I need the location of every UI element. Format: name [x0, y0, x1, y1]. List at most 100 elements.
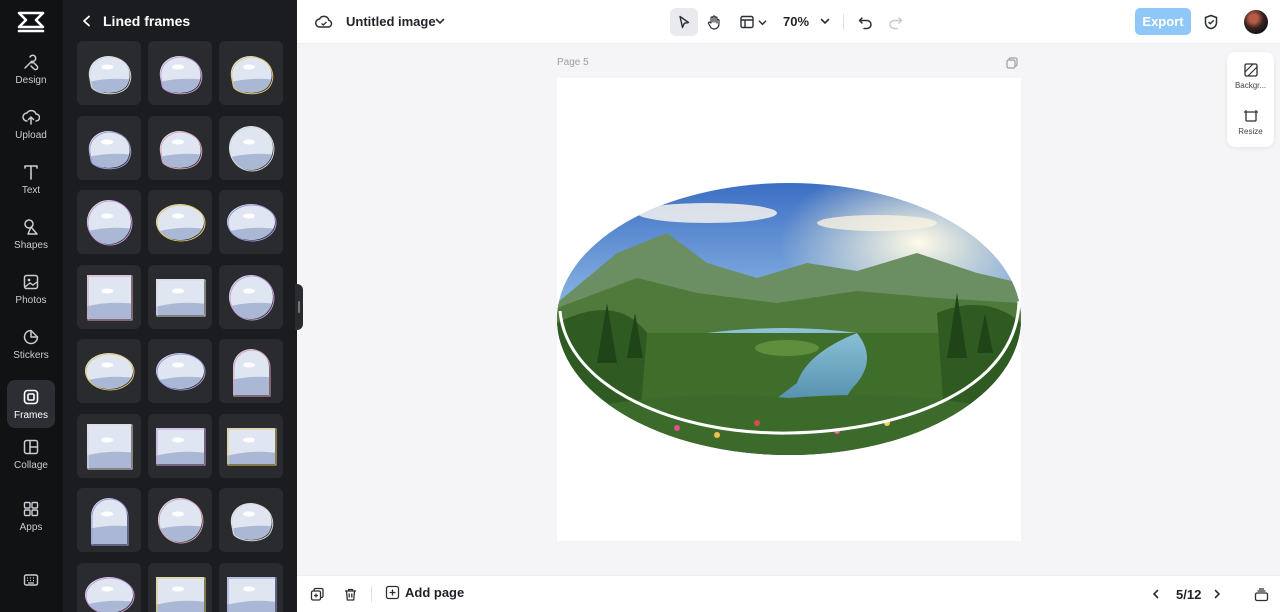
title-dropdown[interactable] [433, 14, 447, 28]
hand-icon [707, 15, 720, 30]
frame-preview [227, 204, 277, 242]
left-rail: Design Upload Text Shapes Photos Sticker… [0, 0, 63, 612]
zoom-level[interactable]: 70% [783, 14, 809, 29]
frame-thumbnail[interactable] [219, 115, 283, 180]
document-title[interactable]: Untitled image [346, 14, 436, 29]
avatar[interactable] [1244, 10, 1268, 34]
chevron-left-icon [83, 15, 90, 27]
frame-thumbnail[interactable] [219, 339, 283, 403]
shield-icon [1204, 14, 1218, 30]
sidebar-item-label: Design [15, 74, 47, 86]
frame-preview [159, 130, 203, 169]
cloud-sync-button[interactable] [314, 12, 334, 32]
frame-thumbnail[interactable] [77, 190, 141, 254]
layout-dropdown[interactable] [737, 12, 769, 32]
frame-preview [156, 278, 206, 316]
zoom-dropdown[interactable] [818, 14, 832, 28]
stickers-icon [23, 329, 39, 344]
frame-preview [87, 274, 133, 320]
select-tool[interactable] [670, 8, 698, 36]
previous-page-button[interactable] [1148, 586, 1164, 602]
frame-preview [91, 498, 129, 546]
background-button[interactable]: Backgr... [1227, 58, 1274, 98]
frame-thumbnail[interactable] [77, 41, 141, 105]
panel-collapse-handle[interactable] [295, 284, 303, 330]
undo-button[interactable] [855, 12, 875, 32]
framed-landscape-image[interactable] [557, 183, 1021, 455]
next-page-button[interactable] [1209, 586, 1225, 602]
frame-thumbnail[interactable] [77, 115, 141, 180]
photos-icon [23, 274, 39, 289]
sidebar-item-collage[interactable]: Collage [7, 430, 55, 478]
sidebar-item-photos[interactable]: Photos [7, 265, 55, 313]
add-page-button[interactable]: Add page [385, 585, 464, 600]
delete-button[interactable] [341, 585, 359, 603]
frame-preview [156, 204, 206, 242]
duplicate-page-icon[interactable] [1005, 56, 1019, 70]
frame-preview [156, 576, 206, 612]
frame-thumbnail[interactable] [77, 264, 141, 329]
frame-thumbnail[interactable] [148, 413, 212, 478]
duplicate-button[interactable] [308, 585, 326, 603]
frame-thumbnail[interactable] [219, 488, 283, 552]
back-button[interactable] [78, 12, 96, 30]
frame-thumbnail[interactable] [148, 339, 212, 403]
frame-preview [159, 55, 203, 95]
shapes-icon [24, 218, 38, 235]
frame-thumbnail[interactable] [77, 339, 141, 403]
hand-tool[interactable] [704, 12, 724, 32]
keyboard-shortcuts-button[interactable] [7, 558, 55, 606]
upload-icon [22, 109, 40, 125]
frame-thumbnail[interactable] [219, 41, 283, 105]
frame-thumbnail[interactable] [148, 264, 212, 329]
side-tools-panel: Backgr... Resize [1227, 52, 1274, 147]
undo-icon [858, 16, 872, 29]
chevron-down-icon [435, 18, 445, 25]
security-button[interactable] [1201, 12, 1221, 32]
cloud-icon [315, 15, 333, 28]
export-button[interactable]: Export [1135, 8, 1191, 35]
capcut-logo[interactable] [16, 9, 46, 35]
collage-icon [23, 439, 39, 454]
resize-button[interactable]: Resize [1227, 104, 1274, 144]
panel-header: Lined frames [63, 0, 297, 42]
page-count: 5/12 [1176, 587, 1202, 602]
frame-thumbnail[interactable] [148, 190, 212, 254]
sidebar-item-design[interactable]: Design [7, 45, 55, 93]
canvas-page[interactable] [557, 78, 1021, 541]
frame-preview [88, 130, 132, 169]
frame-thumbnail[interactable] [219, 413, 283, 478]
frame-thumbnail[interactable] [219, 190, 283, 254]
sidebar-item-shapes[interactable]: Shapes [7, 210, 55, 258]
frame-thumbnail[interactable] [77, 488, 141, 552]
select-icon [679, 15, 690, 29]
pages-icon [1254, 587, 1268, 601]
sidebar-item-apps[interactable]: Apps [7, 492, 55, 540]
frame-preview [88, 55, 132, 95]
frame-thumbnail[interactable] [148, 41, 212, 105]
sidebar-item-upload[interactable]: Upload [7, 100, 55, 148]
frame-thumbnail[interactable] [148, 488, 212, 552]
keyboard-icon [23, 574, 39, 586]
frame-thumbnail[interactable] [77, 562, 141, 612]
frame-thumbnail[interactable] [148, 115, 212, 180]
sidebar-item-frames[interactable]: Frames [7, 380, 55, 428]
frame-thumbnail[interactable] [219, 562, 283, 612]
redo-button[interactable] [885, 12, 905, 32]
frame-preview [86, 200, 133, 246]
sidebar-item-stickers[interactable]: Stickers [7, 320, 55, 368]
sidebar-item-label: Stickers [13, 349, 49, 361]
sidebar-item-text[interactable]: Text [7, 155, 55, 203]
bottom-bar: Add page 5/12 [297, 575, 1280, 612]
frame-thumbnail[interactable] [219, 264, 283, 329]
chevron-left-icon [1152, 589, 1159, 599]
side-tool-label: Backgr... [1234, 81, 1267, 90]
frame-thumbnail[interactable] [77, 413, 141, 478]
frame-preview [228, 274, 275, 320]
frame-thumbnail[interactable] [148, 562, 212, 612]
bottom-divider [371, 586, 372, 602]
add-page-icon [385, 585, 400, 600]
side-tool-label: Resize [1238, 127, 1263, 136]
pages-panel-button[interactable] [1252, 585, 1270, 603]
frame-preview [230, 55, 274, 95]
